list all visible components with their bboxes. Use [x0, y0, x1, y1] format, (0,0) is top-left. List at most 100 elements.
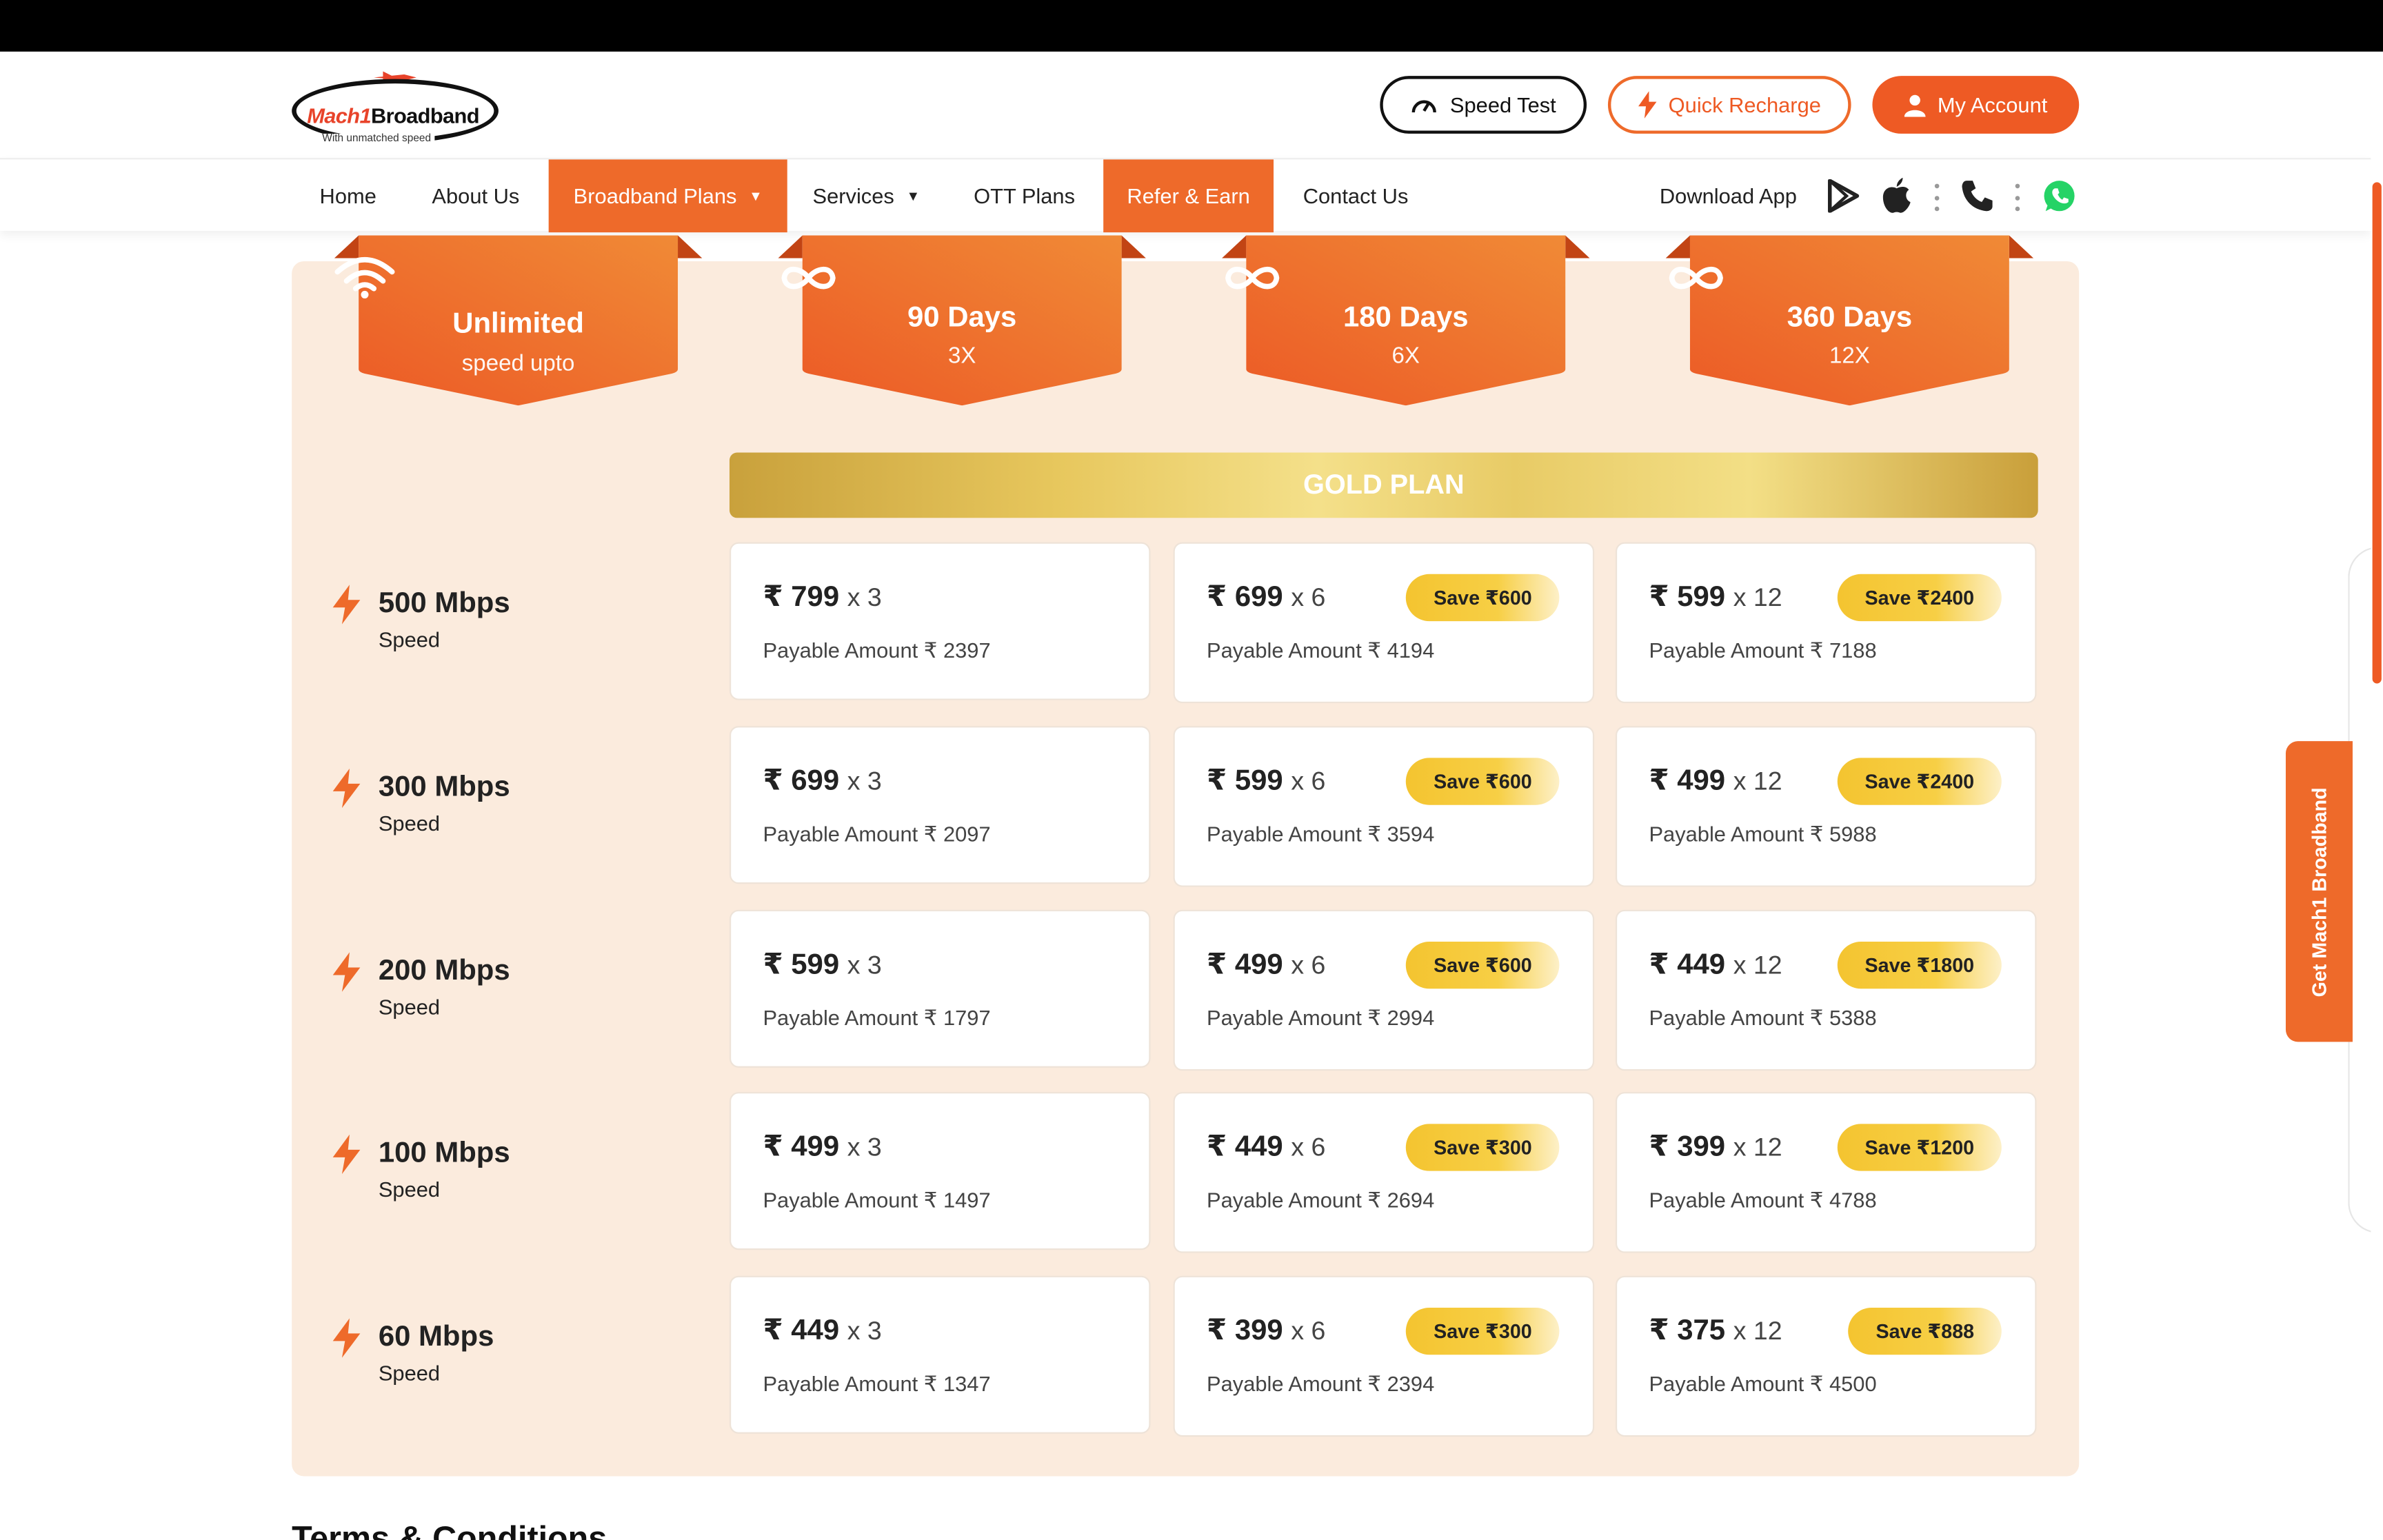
plan-price: ₹ 599 x 6 — [1207, 764, 1325, 799]
payable-label: Payable Amount ₹ — [1649, 1187, 1824, 1213]
price-amount: 375 — [1677, 1315, 1726, 1348]
payable-amount: Payable Amount ₹ 2694 — [1207, 1188, 1434, 1213]
plan-price: ₹ 699 x 3 — [763, 764, 881, 799]
save-badge: Save ₹600 — [1406, 574, 1560, 622]
nav-home[interactable]: Home — [292, 159, 404, 232]
rupee-icon: ₹ — [763, 1315, 792, 1348]
plan-price: ₹ 375 x 12 — [1649, 1314, 1782, 1349]
plan-price: ₹ 499 x 6 — [1207, 948, 1325, 983]
price-amount: 699 — [1234, 581, 1283, 614]
payable-amount: Payable Amount ₹ 4788 — [1649, 1188, 1876, 1213]
speed-label: Speed — [378, 811, 441, 835]
ribbon-title: 180 Days — [1343, 302, 1469, 334]
rupee-icon: ₹ — [763, 1131, 792, 1164]
speed-value: 100 Mbps — [378, 1137, 510, 1170]
my-account-button[interactable]: My Account — [1872, 76, 2080, 134]
plan-card[interactable]: ₹ 449 x 3 Payable Amount ₹ 1347 — [729, 1275, 1151, 1434]
plan-card[interactable]: ₹ 375 x 12 Payable Amount ₹ 4500 Save ₹888 — [1615, 1275, 2037, 1437]
nav-about-us[interactable]: About Us — [408, 159, 544, 232]
whatsapp-icon[interactable] — [2042, 179, 2075, 212]
site-header: Mach1Broadband With unmatched speed Spee… — [0, 51, 2371, 159]
save-badge: Save ₹1200 — [1837, 1124, 2002, 1171]
speed-label: Speed — [378, 995, 441, 1020]
payable-label: Payable Amount ₹ — [763, 1005, 938, 1030]
payable-amount: Payable Amount ₹ 1347 — [763, 1371, 990, 1397]
payable-value: 4500 — [1829, 1371, 1877, 1396]
gold-plan-banner: GOLD PLAN — [729, 452, 2038, 518]
ribbon-subtitle: speed upto — [461, 350, 575, 377]
plan-price: ₹ 699 x 6 — [1207, 580, 1325, 616]
nav-ott-plans[interactable]: OTT Plans — [954, 159, 1094, 232]
google-play-icon[interactable] — [1827, 179, 1860, 213]
lightning-icon — [332, 1318, 361, 1358]
price-multiplier: x 6 — [1291, 583, 1326, 612]
payable-value: 3594 — [1387, 821, 1435, 847]
plan-card[interactable]: ₹ 499 x 3 Payable Amount ₹ 1497 — [729, 1092, 1151, 1250]
payable-label: Payable Amount ₹ — [763, 638, 938, 662]
speedometer-icon — [1411, 100, 1437, 113]
plan-card[interactable]: ₹ 699 x 6 Payable Amount ₹ 4194 Save ₹600 — [1173, 542, 1595, 704]
payable-amount: Payable Amount ₹ 4194 — [1207, 638, 1434, 663]
my-account-label: My Account — [1937, 92, 2048, 117]
ribbon-subtitle: 3X — [947, 343, 976, 369]
phone-icon[interactable] — [1960, 179, 1993, 212]
nav-ott-label: OTT Plans — [974, 183, 1076, 208]
speed-tier: 100 Mbps Speed — [331, 1134, 696, 1226]
payable-value: 5988 — [1829, 821, 1877, 847]
payable-amount: Payable Amount ₹ 1797 — [763, 1006, 990, 1031]
divider-dots — [1933, 183, 1940, 212]
rupee-icon: ₹ — [1649, 581, 1678, 614]
price-multiplier: x 12 — [1733, 951, 1782, 980]
divider-dots — [2013, 183, 2020, 212]
plan-card[interactable]: ₹ 499 x 6 Payable Amount ₹ 2994 Save ₹600 — [1173, 909, 1595, 1071]
payable-label: Payable Amount ₹ — [1649, 638, 1824, 662]
apple-icon[interactable] — [1882, 177, 1912, 214]
plan-card[interactable]: ₹ 699 x 3 Payable Amount ₹ 2097 — [729, 726, 1151, 884]
nav-broadband-plans[interactable]: Broadband Plans ▼ — [548, 159, 787, 233]
payable-label: Payable Amount ₹ — [763, 821, 938, 847]
quick-recharge-button[interactable]: Quick Recharge — [1607, 76, 1851, 134]
price-amount: 449 — [1234, 1131, 1283, 1164]
get-mach1-side-tab[interactable]: Get Mach1 Broadband — [2285, 741, 2353, 1042]
plan-card[interactable]: ₹ 599 x 3 Payable Amount ₹ 1797 — [729, 909, 1151, 1068]
mach1-logo[interactable]: Mach1Broadband With unmatched speed — [292, 64, 501, 149]
price-multiplier: x 6 — [1291, 951, 1326, 980]
plan-card[interactable]: ₹ 399 x 12 Payable Amount ₹ 4788 Save ₹120… — [1615, 1092, 2037, 1253]
plan-price: ₹ 399 x 6 — [1207, 1314, 1325, 1349]
plan-price: ₹ 399 x 12 — [1649, 1130, 1782, 1165]
plan-card[interactable]: ₹ 599 x 6 Payable Amount ₹ 3594 Save ₹600 — [1173, 726, 1595, 887]
payable-value: 4788 — [1829, 1187, 1877, 1213]
user-icon — [1904, 94, 1926, 116]
terms-heading: Terms & Conditions — [292, 1519, 607, 1540]
price-amount: 449 — [791, 1315, 840, 1348]
nav-services-label: Services — [812, 183, 894, 208]
rupee-icon: ₹ — [1207, 765, 1235, 798]
price-amount: 699 — [791, 765, 840, 798]
speed-tier: 200 Mbps Speed — [331, 952, 696, 1043]
plan-card[interactable]: ₹ 599 x 12 Payable Amount ₹ 7188 Save ₹240… — [1615, 542, 2037, 704]
plan-card[interactable]: ₹ 399 x 6 Payable Amount ₹ 2394 Save ₹300 — [1173, 1275, 1595, 1437]
plan-price: ₹ 449 x 12 — [1649, 948, 1782, 983]
plan-card[interactable]: ₹ 499 x 12 Payable Amount ₹ 5988 Save ₹240… — [1615, 726, 2037, 887]
payable-amount: Payable Amount ₹ 5988 — [1649, 822, 1876, 847]
payable-label: Payable Amount ₹ — [1649, 821, 1824, 847]
nav-services[interactable]: Services ▼ — [790, 159, 942, 232]
plan-card[interactable]: ₹ 799 x 3 Payable Amount ₹ 2397 — [729, 542, 1151, 700]
logo-wordmark: Mach1Broadband — [307, 103, 479, 128]
scrollbar-thumb[interactable] — [2372, 182, 2382, 684]
plan-card[interactable]: ₹ 449 x 6 Payable Amount ₹ 2694 Save ₹300 — [1173, 1092, 1595, 1253]
ribbon-2: 180 Days 6X — [1222, 235, 1590, 406]
nav-refer-earn[interactable]: Refer & Earn — [1103, 159, 1274, 233]
nav-contact-us[interactable]: Contact Us — [1280, 159, 1431, 232]
ribbon-title: Unlimited — [452, 308, 584, 341]
payable-amount: Payable Amount ₹ 2397 — [763, 638, 990, 663]
save-badge: Save ₹300 — [1406, 1307, 1560, 1355]
speed-test-button[interactable]: Speed Test — [1380, 76, 1587, 134]
plan-card[interactable]: ₹ 449 x 12 Payable Amount ₹ 5388 Save ₹180… — [1615, 909, 2037, 1071]
lightning-icon — [332, 1134, 361, 1175]
nav-contact-label: Contact Us — [1303, 183, 1409, 208]
payable-value: 1797 — [943, 1005, 991, 1030]
price-amount: 799 — [791, 581, 840, 614]
payable-label: Payable Amount ₹ — [1649, 1005, 1824, 1030]
ribbon-subtitle: 6X — [1391, 343, 1420, 369]
